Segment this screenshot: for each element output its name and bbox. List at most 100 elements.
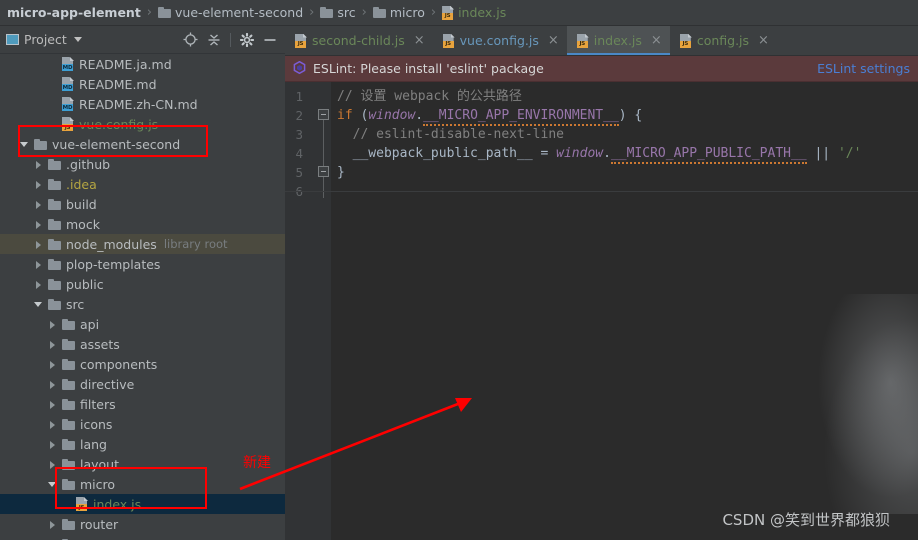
- editor-tab-label: config.js: [696, 33, 750, 48]
- chevron-right-icon[interactable]: [48, 380, 57, 389]
- close-icon[interactable]: ×: [758, 34, 769, 47]
- tree-item-api[interactable]: api: [0, 314, 285, 334]
- eslint-message: ESLint: Please install 'eslint' package: [313, 61, 544, 76]
- js-file-icon: JS: [442, 5, 455, 20]
- code-content[interactable]: // 设置 webpack 的公共路径 if (window.__MICRO_AP…: [337, 82, 918, 540]
- editor-tab-second-child-js[interactable]: JS second-child.js ×: [285, 26, 433, 55]
- tree-item--idea[interactable]: .idea: [0, 174, 285, 194]
- breadcrumb-item-src[interactable]: src: [320, 5, 356, 20]
- eslint-settings-link[interactable]: ESLint settings: [817, 61, 910, 76]
- breadcrumb-separator: ›: [309, 5, 315, 20]
- code-token: __MICRO_APP_ENVIRONMENT__: [423, 108, 619, 126]
- chevron-right-icon[interactable]: [48, 360, 57, 369]
- fold-collapse-icon-close[interactable]: [318, 166, 329, 177]
- tree-item-readme-md[interactable]: MD README.md: [0, 74, 285, 94]
- line-number: 1: [295, 89, 303, 104]
- tree-item-index-js[interactable]: JS index.js: [0, 494, 285, 514]
- tree-item-label: store: [80, 537, 112, 540]
- tree-item-label: .idea: [66, 176, 97, 192]
- editor-tab-index-js[interactable]: JS index.js ×: [566, 26, 670, 55]
- folder-icon: [48, 178, 61, 190]
- hide-toolwindow-icon[interactable]: [263, 33, 277, 47]
- breadcrumb-item-micro[interactable]: micro: [372, 5, 425, 20]
- tree-item-label: assets: [80, 336, 120, 352]
- fold-collapse-icon-open[interactable]: [318, 109, 329, 120]
- code-editor[interactable]: 123456 // 设置 webpack 的公共路径if (window.__M…: [285, 82, 918, 540]
- breadcrumb-item-index-js[interactable]: JS index.js: [442, 5, 506, 20]
- chevron-down-icon[interactable]: [73, 37, 82, 42]
- tree-item-components[interactable]: components: [0, 354, 285, 374]
- chevron-right-icon[interactable]: [48, 460, 57, 469]
- chevron-down-icon[interactable]: [20, 140, 29, 149]
- tree-item-vue-config-js[interactable]: JS vue.config.js: [0, 114, 285, 134]
- tree-item-micro[interactable]: micro: [0, 474, 285, 494]
- tree-item-filters[interactable]: filters: [0, 394, 285, 414]
- project-icon: [6, 34, 19, 45]
- gear-icon[interactable]: [240, 32, 254, 47]
- chevron-down-icon[interactable]: [34, 300, 43, 309]
- breadcrumb-item-vue-element-second[interactable]: vue-element-second: [158, 5, 303, 20]
- chevron-right-icon[interactable]: [48, 420, 57, 429]
- chevron-right-icon[interactable]: [48, 320, 57, 329]
- project-toolwindow-title[interactable]: Project: [6, 32, 82, 47]
- folder-icon: [48, 218, 61, 230]
- tree-item-mock[interactable]: mock: [0, 214, 285, 234]
- tree-item-icons[interactable]: icons: [0, 414, 285, 434]
- editor-tab-vue-config-js[interactable]: JS vue.config.js ×: [433, 26, 567, 55]
- tree-item-readme-zh-cn-md[interactable]: MD README.zh-CN.md: [0, 94, 285, 114]
- chevron-right-icon[interactable]: [34, 180, 43, 189]
- js-file-icon: JS: [295, 33, 307, 48]
- collapse-all-icon[interactable]: [207, 33, 221, 47]
- tree-item-readme-ja-md[interactable]: MD README.ja.md: [0, 54, 285, 74]
- breadcrumb-item-micro-app-element[interactable]: micro-app-element: [7, 5, 141, 20]
- close-icon[interactable]: ×: [651, 34, 662, 47]
- code-token: window: [368, 108, 416, 123]
- breadcrumb: micro-app-element › vue-element-second › src…: [0, 0, 918, 26]
- tree-item-public[interactable]: public: [0, 274, 285, 294]
- tree-item--github[interactable]: .github: [0, 154, 285, 174]
- chevron-right-icon[interactable]: [34, 280, 43, 289]
- tree-item-lang[interactable]: lang: [0, 434, 285, 454]
- chevron-right-icon[interactable]: [34, 260, 43, 269]
- breadcrumb-label: vue-element-second: [175, 5, 304, 20]
- chevron-right-icon[interactable]: [34, 240, 43, 249]
- tree-item-build[interactable]: build: [0, 194, 285, 214]
- close-icon[interactable]: ×: [548, 34, 559, 47]
- code-token: ||: [806, 146, 838, 161]
- tree-item-label: vue.config.js: [79, 116, 159, 132]
- chevron-right-icon[interactable]: [34, 160, 43, 169]
- tree-item-assets[interactable]: assets: [0, 334, 285, 354]
- code-line: __webpack_public_path__ = window.__MICRO…: [337, 144, 862, 164]
- folder-icon: [62, 418, 75, 430]
- chevron-right-icon[interactable]: [48, 440, 57, 449]
- breadcrumb-label: micro: [389, 5, 425, 20]
- md-file-icon: MD: [62, 97, 74, 111]
- tree-arrow-placeholder: [48, 100, 57, 109]
- tree-item-label: public: [66, 276, 104, 292]
- folder-icon: [62, 378, 75, 390]
- tree-item-src[interactable]: src: [0, 294, 285, 314]
- js-file-icon: JS: [442, 33, 455, 48]
- chevron-right-icon[interactable]: [48, 520, 57, 529]
- code-token: window: [556, 146, 604, 161]
- code-token: (: [352, 108, 369, 123]
- code-token: =: [532, 146, 557, 161]
- tree-item-node-modules[interactable]: node_modules library root: [0, 234, 285, 254]
- chevron-right-icon[interactable]: [48, 400, 57, 409]
- close-icon[interactable]: ×: [414, 34, 425, 47]
- editor-gutter[interactable]: 123456: [285, 82, 331, 540]
- tree-item-store[interactable]: store: [0, 534, 285, 540]
- chevron-right-icon[interactable]: [48, 340, 57, 349]
- chevron-down-icon[interactable]: [48, 480, 57, 489]
- code-token: .: [415, 108, 424, 123]
- tree-item-label: README.zh-CN.md: [79, 96, 198, 112]
- code-token: '/': [837, 146, 862, 161]
- locate-icon[interactable]: [183, 32, 198, 47]
- chevron-right-icon[interactable]: [34, 220, 43, 229]
- tree-item-router[interactable]: router: [0, 514, 285, 534]
- tree-item-plop-templates[interactable]: plop-templates: [0, 254, 285, 274]
- editor-tab-config-js[interactable]: JS config.js ×: [670, 26, 777, 55]
- tree-item-directive[interactable]: directive: [0, 374, 285, 394]
- chevron-right-icon[interactable]: [34, 200, 43, 209]
- tree-item-vue-element-second[interactable]: vue-element-second: [0, 134, 285, 154]
